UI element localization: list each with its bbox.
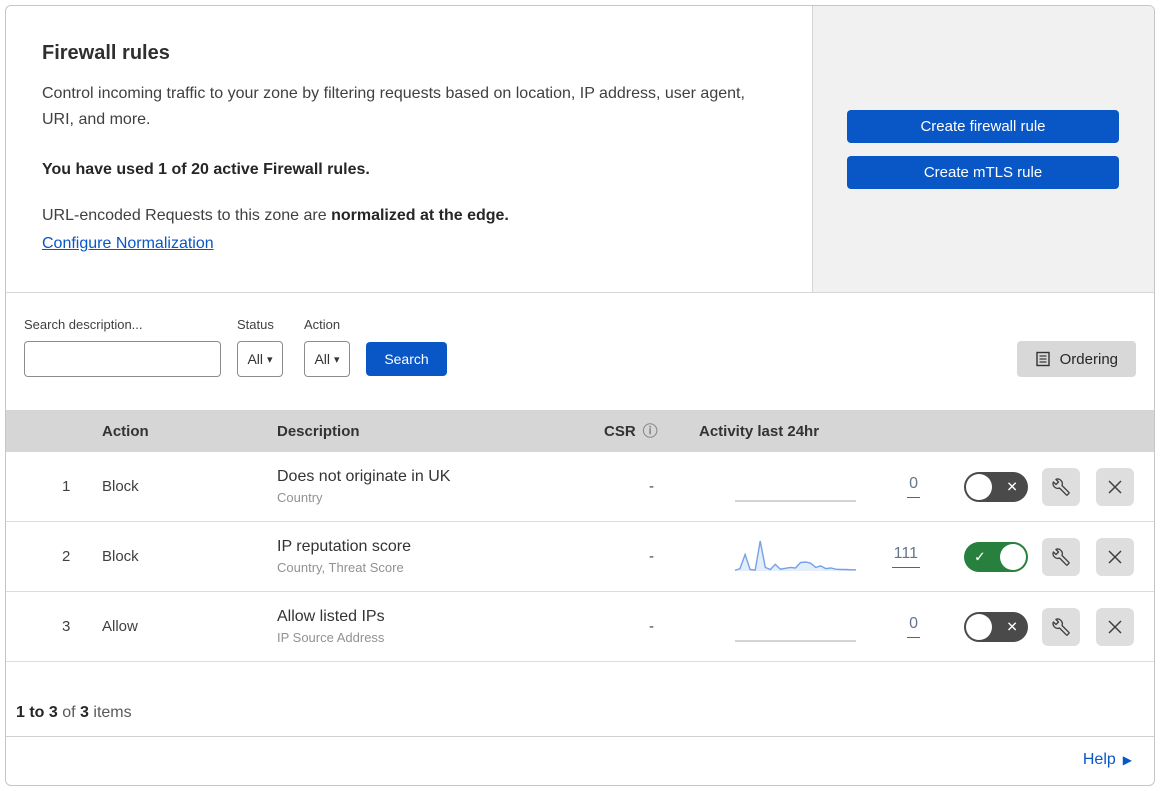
normalization-bold: normalized at the edge. — [331, 207, 509, 224]
table-row: 3 Allow Allow listed IPs IP Source Addre… — [6, 592, 1154, 662]
activity-sparkline — [735, 500, 856, 501]
toggle-knob — [966, 613, 992, 640]
activity-column-header: Activity last 24hr — [699, 422, 820, 440]
edit-rule-button[interactable] — [1042, 537, 1080, 576]
search-input-box[interactable] — [24, 341, 224, 377]
help-label: Help — [1082, 750, 1116, 768]
help-link[interactable]: Help ▶ — [1083, 751, 1132, 769]
action-filter-group: Action All ▾ — [304, 317, 350, 377]
search-input[interactable] — [43, 351, 224, 367]
action-column-header: Action — [102, 422, 149, 440]
header-section: Firewall rules Control incoming traffic … — [6, 6, 1154, 293]
action-dropdown[interactable]: All ▾ — [304, 341, 350, 377]
delete-rule-button[interactable] — [1096, 467, 1134, 506]
rule-action: Block — [102, 548, 139, 565]
activity-sparkline — [734, 540, 856, 571]
activity-count-link[interactable]: 0 — [907, 475, 920, 498]
rule-priority: 3 — [62, 618, 71, 635]
search-label: Search description... — [24, 317, 143, 332]
action-dropdown-value: All — [314, 351, 331, 367]
edit-rule-button[interactable] — [1042, 467, 1080, 506]
activity-count-link[interactable]: 111 — [891, 545, 920, 568]
wrench-icon — [1052, 617, 1070, 636]
ordering-button-label: Ordering — [1059, 350, 1118, 368]
wrench-icon — [1052, 477, 1070, 496]
items-range: 1 to 3 — [16, 704, 58, 721]
csr-header-label: CSR — [604, 422, 636, 440]
description-column-header: Description — [277, 422, 360, 440]
rule-description: Allow listed IPs — [277, 608, 385, 625]
activity-sparkline — [735, 640, 856, 641]
status-dropdown[interactable]: All ▾ — [237, 341, 283, 377]
status-label: Status — [237, 317, 274, 332]
rule-enabled-toggle[interactable]: ✓ — [964, 541, 1028, 572]
close-icon — [1108, 479, 1122, 494]
toggle-state-icon: ✓ — [974, 548, 986, 564]
toggle-state-icon: ✕ — [1006, 478, 1018, 494]
search-button[interactable]: Search — [366, 342, 447, 376]
rule-action: Block — [102, 478, 139, 495]
rule-csr-value: - — [649, 618, 654, 635]
csr-column-header: CSR ⓘ — [604, 423, 699, 440]
filter-section: Search description... Status All ▾ Actio… — [6, 293, 1154, 410]
table-row: 2 Block IP reputation score Country, Thr… — [6, 522, 1154, 592]
info-icon[interactable]: ⓘ — [643, 424, 658, 439]
help-bar: Help ▶ — [6, 736, 1154, 782]
search-group: Search description... — [24, 317, 224, 377]
close-icon — [1108, 549, 1122, 564]
usage-line: You have used 1 of 20 active Firewall ru… — [42, 161, 370, 178]
create-mtls-rule-button[interactable]: Create mTLS rule — [847, 155, 1119, 189]
page-title: Firewall rules — [42, 42, 170, 64]
of-text: of — [62, 704, 76, 721]
ordering-list-icon — [1035, 351, 1050, 367]
rule-priority: 1 — [62, 478, 71, 495]
rule-action: Allow — [102, 618, 138, 635]
rule-enabled-toggle[interactable]: ✕ — [964, 471, 1028, 502]
table-header-row: Action Description CSR ⓘ Activity last 2… — [6, 410, 1154, 452]
firewall-rules-page: Firewall rules Control incoming traffic … — [0, 0, 1161, 791]
activity-count-link[interactable]: 0 — [907, 615, 920, 638]
wrench-icon — [1052, 547, 1070, 566]
table-row: 1 Block Does not originate in UK Country… — [6, 452, 1154, 522]
configure-normalization-link[interactable]: Configure Normalization — [42, 235, 214, 253]
rule-csr-value: - — [649, 478, 654, 495]
help-arrow-icon: ▶ — [1122, 752, 1132, 767]
toggle-knob — [966, 473, 992, 500]
toggle-state-icon: ✕ — [1006, 618, 1018, 634]
toggle-knob — [1000, 543, 1026, 570]
actions-panel: Create firewall rule Create mTLS rule — [812, 6, 1154, 292]
chevron-down-icon: ▾ — [267, 353, 273, 366]
rule-description: IP reputation score — [277, 538, 412, 555]
delete-rule-button[interactable] — [1096, 607, 1134, 646]
delete-rule-button[interactable] — [1096, 537, 1134, 576]
edit-rule-button[interactable] — [1042, 607, 1080, 646]
rule-fields: IP Source Address — [277, 630, 385, 645]
rule-fields: Country, Threat Score — [277, 560, 404, 575]
normalization-text: URL-encoded Requests to this zone are — [42, 207, 332, 224]
pagination-summary: 1 to 3 of 3 items — [6, 662, 1154, 736]
rule-enabled-toggle[interactable]: ✕ — [964, 611, 1028, 642]
ordering-button[interactable]: Ordering — [1016, 341, 1136, 377]
rule-fields: Country — [277, 490, 323, 505]
rule-description: Does not originate in UK — [277, 468, 451, 485]
items-total: 3 — [80, 704, 89, 721]
action-label: Action — [304, 317, 341, 332]
status-filter-group: Status All ▾ — [237, 317, 283, 377]
status-dropdown-value: All — [247, 351, 264, 367]
firewall-rules-card: Firewall rules Control incoming traffic … — [5, 5, 1155, 786]
filter-row: Search description... Status All ▾ Actio… — [24, 317, 1154, 377]
chevron-down-icon: ▾ — [334, 353, 340, 366]
header-text-panel: Firewall rules Control incoming traffic … — [6, 6, 812, 292]
close-icon — [1108, 619, 1122, 634]
items-label: items — [93, 704, 132, 721]
rule-priority: 2 — [62, 548, 71, 565]
page-description: Control incoming traffic to your zone by… — [42, 85, 745, 128]
rule-csr-value: - — [649, 548, 654, 565]
normalization-line: URL-encoded Requests to this zone are no… — [42, 207, 772, 225]
create-firewall-rule-button[interactable]: Create firewall rule — [847, 109, 1119, 143]
